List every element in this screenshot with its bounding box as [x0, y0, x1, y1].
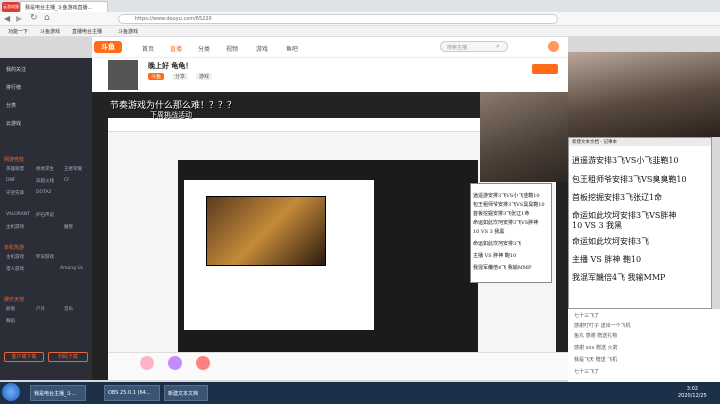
sidebar-game[interactable]: 王者荣耀 [64, 166, 82, 172]
bookmark-item[interactable]: 功能一下 [8, 28, 28, 35]
sidebar-item-cloud[interactable]: 云游戏 [6, 120, 21, 127]
nested-notepad-line: 10 VS 3 我黑 [473, 229, 505, 235]
follow-button[interactable] [532, 64, 558, 74]
browser-badge[interactable]: 云游戏服 [2, 2, 20, 12]
start-button[interactable] [2, 383, 20, 401]
notepad-line: 逍遥游安排3飞VS小飞韭鞄10 [572, 156, 679, 165]
notepad-line: 主播 VS 胖神 鞄10 [572, 255, 642, 264]
sidebar-section-title: 娱乐天地 [4, 297, 25, 303]
sidebar-game[interactable]: 户外 [36, 306, 45, 312]
nested-notepad-line: 命运如此坎坷安排3飞 [473, 241, 522, 247]
sidebar-game[interactable]: DOTA2 [36, 190, 51, 195]
sidebar-item-follow[interactable]: 我的关注 [6, 66, 26, 73]
sidebar-section-title: 单机热游 [4, 245, 25, 251]
nested-notepad-line: 首板挖掘安排3飞张辽1命 [473, 211, 530, 217]
bookmark-item[interactable]: 直播电台主播 [72, 28, 102, 35]
sidebar-game[interactable]: 炉石传说 [36, 212, 54, 218]
taskbar-item-browser[interactable]: 我是电台主播_斗... [30, 385, 86, 401]
nested-notepad-line: 我混军饑倍4飞 我输MMP [473, 265, 532, 271]
notepad-title: 新建文本文档 - 记事本 [569, 138, 711, 146]
sidebar-game[interactable]: 怀旧游戏 [36, 254, 54, 260]
back-icon[interactable]: ◀ [4, 14, 10, 23]
sidebar-game[interactable]: 绝地求生 [36, 166, 54, 172]
nav-game[interactable]: 游戏 [256, 44, 268, 53]
chat-message: 我是飞天 赠送 飞机 [574, 357, 618, 363]
sidebar-game[interactable]: 颜值 [6, 306, 15, 312]
sidebar-item-category[interactable]: 分类 [6, 102, 16, 109]
sidebar-game[interactable]: VALORANT [6, 212, 30, 217]
room-title: 晚上好 龟龟！ [148, 62, 193, 70]
avatar[interactable] [548, 41, 559, 52]
forward-icon[interactable]: ▶ [16, 14, 22, 23]
nested-notepad-line: 主播 VS 胖神 鞄10 [473, 253, 517, 259]
notepad-line: 我混军饑倍4飞 我输MMP [572, 273, 666, 282]
refresh-icon[interactable]: ↻ [30, 13, 38, 23]
notepad-line: 命运如此坎坷安排3飞 [572, 237, 650, 246]
sidebar-game[interactable]: 穿越火线 [36, 178, 54, 184]
right-webcam [568, 52, 720, 137]
room-info: 晚上好 龟龟！ 斗鱼 分享 游戏 [92, 58, 568, 92]
douyu-logo[interactable]: 斗鱼 [94, 41, 122, 53]
sidebar-item-rank[interactable]: 排行榜 [6, 84, 21, 91]
gift-icon[interactable] [168, 356, 182, 370]
gift-icon[interactable] [196, 356, 210, 370]
sidebar-game[interactable]: 音乐 [64, 306, 73, 312]
clock-time: 3:02 [686, 386, 699, 392]
nav-home[interactable]: 首页 [142, 44, 154, 53]
gift-icon[interactable] [140, 356, 154, 370]
chat-message: 感谢叮叮子 送出一个飞机 [574, 323, 631, 329]
sidebar-game[interactable]: 魔兽 [64, 224, 73, 230]
sidebar-game[interactable]: CF [64, 178, 70, 183]
room-tag[interactable]: 斗鱼 [148, 73, 165, 80]
taskbar-item-obs[interactable]: OBS 25.0.1 (64... [104, 385, 160, 401]
nested-notepad-line: 包王租师爷安排3飞VS臭臭鞄10 [473, 202, 545, 208]
webcam-view [480, 92, 568, 182]
room-tag[interactable]: 分享 [172, 73, 189, 80]
sidebar-game[interactable]: 舞蹈 [6, 318, 15, 324]
notepad-line: 包王租师爷安排3飞VS臭臭鞄10 [572, 175, 687, 184]
bookmark-bar: 功能一下 斗鱼游戏 直播电台主播 斗鱼游戏 [0, 26, 720, 37]
chat-message: 七十三飞了 [574, 313, 600, 319]
notepad-line: 首板挖掘安排3飞张辽1命 [572, 193, 663, 202]
nested-notepad-line: 命运如此坎坷安排3飞VS胖神 [473, 220, 539, 226]
client-download-button[interactable]: 客户端下载 [4, 352, 44, 362]
taskbar-clock[interactable]: 3:02 2020/12/25 [678, 386, 707, 400]
game-thumbnail [206, 196, 326, 266]
sidebar-game[interactable]: 守望先锋 [6, 190, 24, 196]
sidebar-game[interactable]: Among Us [60, 266, 83, 271]
sidebar-game[interactable]: 主机游戏 [6, 224, 24, 230]
bookmark-item[interactable]: 斗鱼游戏 [40, 28, 60, 35]
taskbar-item-notepad[interactable]: 新建文本文档 [164, 385, 208, 401]
browser-tab[interactable]: 我是电台主播_斗鱼游戏直播... [20, 1, 108, 12]
chat-message: 七十三飞了 [574, 369, 600, 375]
streamer-avatar[interactable] [108, 60, 138, 90]
sidebar-game[interactable]: 主机游戏 [6, 254, 24, 260]
room-tag[interactable]: 游戏 [196, 73, 213, 80]
bookmark-item[interactable]: 斗鱼游戏 [118, 28, 138, 35]
url-input[interactable]: https://www.douyu.com/65220 [118, 14, 558, 24]
scan-download-button[interactable]: 扫码下载 [48, 352, 88, 362]
notepad-line: 10 VS 3 我黑 [572, 221, 623, 230]
overlay-subtitle: 下周挑战活动 [150, 111, 192, 119]
clock-date: 2020/12/25 [678, 393, 707, 399]
nav-yuba[interactable]: 鱼吧 [286, 44, 298, 53]
browser-tabbar [0, 0, 720, 12]
sidebar-section-title: 网游竞技 [4, 157, 25, 163]
nav-live[interactable]: 直播 [170, 44, 182, 53]
chat-message: 感谢 xxx 赠送 火箭 [574, 345, 618, 351]
nested-notepad-line: 逍遥游安排3飞VS小飞韭鞄10 [473, 193, 540, 199]
nav-video[interactable]: 视频 [226, 44, 238, 53]
sidebar-game[interactable]: 猎人游戏 [6, 266, 24, 272]
search-icon[interactable]: ⌕ [496, 42, 500, 51]
sidebar-game[interactable]: DNF [6, 178, 15, 183]
nav-category[interactable]: 分类 [198, 44, 210, 53]
sidebar-game[interactable]: 英雄联盟 [6, 166, 24, 172]
chat-message: 鱼丸 感谢 赠送礼物 [574, 333, 618, 339]
home-icon[interactable]: ⌂ [44, 13, 50, 23]
